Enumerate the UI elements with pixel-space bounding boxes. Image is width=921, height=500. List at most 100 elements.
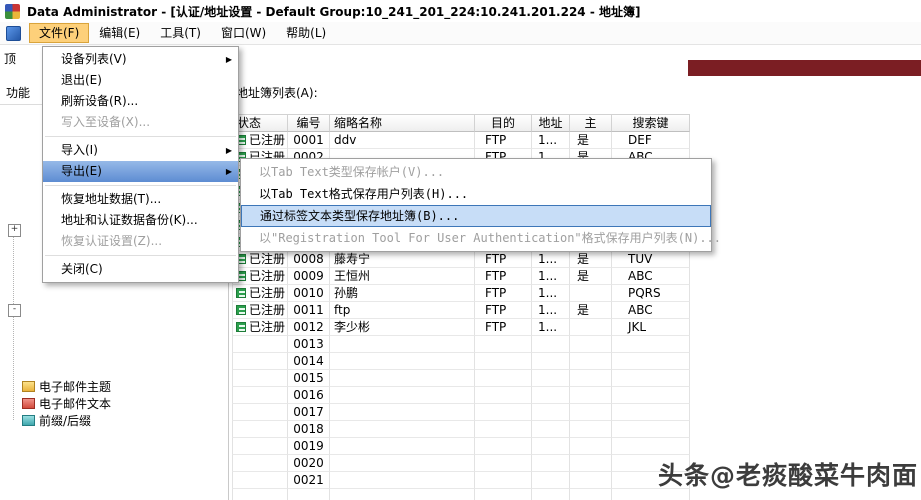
file-menu-item-1[interactable]: 退出(E): [43, 70, 238, 91]
tree-expander-plus-icon[interactable]: +: [8, 224, 21, 237]
export-submenu-item-2[interactable]: 通过标签文本类型保存地址簿(B)...: [241, 205, 711, 227]
file-menu-item-0[interactable]: 设备列表(V) ▶: [43, 49, 238, 70]
cell-dest: [475, 489, 532, 500]
file-menu-items: 设备列表(V) ▶ 退出(E) 刷新设备(R)... 写入至设备(X)... 导入(I) ▶…: [43, 49, 238, 280]
file-menu-item-9[interactable]: 地址和认证数据备份(K)...: [43, 210, 238, 231]
app-icon: [5, 3, 20, 19]
table-row[interactable]: 已注册 0008 藤寿宁 FTP 1... 是 TUV: [232, 251, 691, 268]
cell-no: 0014: [288, 353, 330, 370]
cell-no: 0021: [288, 472, 330, 489]
cell-no: 0016: [288, 387, 330, 404]
cell-name: ddv: [330, 132, 475, 149]
cell-addr: 1...: [532, 285, 570, 302]
export-submenu-item-1[interactable]: 以Tab Text格式保存用户列表(H)...: [241, 183, 711, 205]
col-header-1[interactable]: 编号: [288, 114, 330, 132]
title-bar: Data Administrator - [认证/地址设置 - Default …: [0, 0, 921, 23]
file-menu-item-8[interactable]: 恢复地址数据(T)...: [43, 189, 238, 210]
file-menu-dropdown: 设备列表(V) ▶ 退出(E) 刷新设备(R)... 写入至设备(X)... 导入(I) ▶…: [42, 46, 239, 283]
col-header-2[interactable]: 缩略名称: [330, 114, 475, 132]
cell-main: [570, 489, 612, 500]
cell-status: 已注册: [232, 285, 288, 302]
table-row[interactable]: 已注册 0012 李少彬 FTP 1... JKL: [232, 319, 691, 336]
file-menu-item-2[interactable]: 刷新设备(R)...: [43, 91, 238, 112]
table-row[interactable]: [232, 489, 691, 500]
file-menu-item-6[interactable]: 导出(E) ▶: [43, 161, 238, 182]
table-row[interactable]: 已注册 0010 孙鹏 FTP 1... PQRS: [232, 285, 691, 302]
cell-no: 0011: [288, 302, 330, 319]
cell-status: [232, 370, 288, 387]
cell-main: 是: [570, 268, 612, 285]
cell-name: [330, 404, 475, 421]
menubar-item-4[interactable]: 帮助(L): [276, 23, 336, 43]
cell-name: [330, 336, 475, 353]
cell-dest: [475, 438, 532, 455]
table-row[interactable]: 已注册 0009 王恒州 FTP 1... 是 ABC: [232, 268, 691, 285]
table-row[interactable]: 0014: [232, 353, 691, 370]
menu-item-label: 写入至设备(X)...: [61, 115, 151, 129]
col-header-6[interactable]: 搜索键: [612, 114, 690, 132]
cell-name: [330, 387, 475, 404]
cell-no: 0010: [288, 285, 330, 302]
menu-separator: [45, 136, 236, 137]
table-row[interactable]: 0018: [232, 421, 691, 438]
cell-name: [330, 353, 475, 370]
tree-item-0[interactable]: 电子邮件主题: [22, 378, 111, 395]
menubar-items: 文件(F) 编辑(E) 工具(T) 窗口(W) 帮助(L): [29, 23, 336, 43]
cell-main: [570, 285, 612, 302]
cell-status: [232, 353, 288, 370]
col-header-0[interactable]: 状态: [232, 114, 288, 132]
file-menu-item-5[interactable]: 导入(I) ▶: [43, 140, 238, 161]
table-row[interactable]: 0017: [232, 404, 691, 421]
cell-key: PQRS: [612, 285, 690, 302]
cell-name: 王恒州: [330, 268, 475, 285]
cell-main: [570, 353, 612, 370]
cell-main: 是: [570, 302, 612, 319]
col-header-4[interactable]: 地址: [532, 114, 570, 132]
menu-item-label: 退出(E): [61, 73, 102, 87]
table-row[interactable]: 0020: [232, 455, 691, 472]
table-row[interactable]: 0019: [232, 438, 691, 455]
tree-item-1[interactable]: 电子邮件文本: [22, 395, 111, 412]
menubar-item-0[interactable]: 文件(F): [29, 23, 90, 43]
cell-no: 0020: [288, 455, 330, 472]
cell-dest: [475, 387, 532, 404]
cell-key: [612, 353, 690, 370]
col-header-3[interactable]: 目的: [475, 114, 532, 132]
menu-bar: 文件(F) 编辑(E) 工具(T) 窗口(W) 帮助(L): [0, 22, 921, 45]
cell-main: 是: [570, 132, 612, 149]
cell-addr: [532, 353, 570, 370]
tree-item-label: 电子邮件主题: [39, 380, 112, 394]
cell-main: [570, 455, 612, 472]
cell-no: 0015: [288, 370, 330, 387]
file-menu-item-12[interactable]: 关闭(C): [43, 259, 238, 280]
table-row[interactable]: 已注册 0011 ftp FTP 1... 是 ABC: [232, 302, 691, 319]
cell-no: 0008: [288, 251, 330, 268]
cell-addr: [532, 455, 570, 472]
cell-addr: [532, 336, 570, 353]
menubar-item-3[interactable]: 窗口(W): [211, 23, 276, 43]
tree-item-label: 前缀/后缀: [39, 414, 92, 428]
cell-key: DEF: [612, 132, 690, 149]
table-row[interactable]: 0021: [232, 472, 691, 489]
table-row[interactable]: 0013: [232, 336, 691, 353]
cell-no: 0017: [288, 404, 330, 421]
cell-no: 0013: [288, 336, 330, 353]
cell-addr: 1...: [532, 132, 570, 149]
cell-main: [570, 404, 612, 421]
menu-item-label: 导入(I): [61, 143, 98, 157]
menubar-item-2[interactable]: 工具(T): [150, 23, 211, 43]
cell-main: [570, 438, 612, 455]
menubar-item-1[interactable]: 编辑(E): [89, 23, 150, 43]
table-row[interactable]: 0015: [232, 370, 691, 387]
col-header-5[interactable]: 主: [570, 114, 612, 132]
table-row[interactable]: 0016: [232, 387, 691, 404]
menu-item-label: 恢复地址数据(T)...: [61, 192, 162, 206]
tree-item-2[interactable]: 前缀/后缀: [22, 412, 111, 429]
prefix-suffix-icon: [22, 415, 35, 426]
cell-main: [570, 370, 612, 387]
toolbar-partial-button[interactable]: 顶: [4, 50, 16, 67]
table-row[interactable]: 已注册 0001 ddv FTP 1... 是 DEF: [232, 132, 691, 149]
menu-item-label: 恢复认证设置(Z)...: [61, 234, 163, 248]
tree-expander-minus-icon[interactable]: -: [8, 304, 21, 317]
cell-main: [570, 336, 612, 353]
